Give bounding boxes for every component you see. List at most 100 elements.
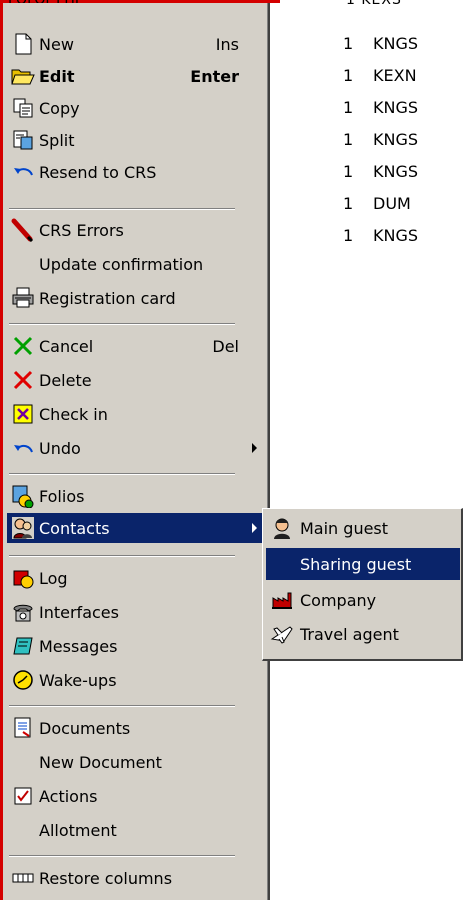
- list-row[interactable]: 1 KNGS: [343, 220, 418, 252]
- copy-icon: [11, 96, 35, 120]
- menu-item-label: Check in: [39, 404, 108, 424]
- menu-item-label: Contacts: [39, 518, 110, 538]
- list-row[interactable]: 1 KNGS: [343, 28, 418, 60]
- list-row[interactable]: 1 KNGS: [343, 92, 418, 124]
- menu-item-label: Restore columns: [39, 868, 173, 888]
- menu-shortcut: Del: [212, 336, 239, 356]
- row-count: 1: [343, 66, 354, 85]
- folios-icon: [11, 484, 35, 508]
- menu-item-restore-columns[interactable]: Restore columns: [7, 863, 265, 893]
- submenu-item-sharing-guest[interactable]: Sharing guest: [266, 548, 460, 580]
- menu-item-label: Folios: [39, 486, 85, 506]
- log-icon: [11, 566, 35, 590]
- menu-item-label: Copy: [39, 98, 80, 118]
- menu-item-label: CRS Errors: [39, 220, 124, 240]
- list-row[interactable]: 1 KNGS: [343, 156, 418, 188]
- menu-item-split[interactable]: Split: [7, 125, 265, 155]
- submenu-item-label: Main guest: [300, 518, 389, 538]
- menu-item-label: New Document: [39, 752, 162, 772]
- row-count: 1: [343, 130, 354, 149]
- menu-item-contacts[interactable]: Contacts: [7, 513, 265, 543]
- submenu-item-label: Company: [300, 590, 377, 610]
- menu-item-update-confirmation[interactable]: Update confirmation: [7, 249, 265, 279]
- row-code: KNGS: [373, 226, 419, 245]
- menu-shortcut: Enter: [190, 66, 239, 86]
- menu-item-label: Interfaces: [39, 602, 119, 622]
- menu-item-label: Allotment: [39, 820, 117, 840]
- row-count: 1: [343, 226, 354, 245]
- row-code: KNGS: [373, 34, 419, 53]
- crs-errors-icon: [11, 218, 35, 242]
- row-count: 1: [343, 98, 354, 117]
- contacts-submenu: Main guest Sharing guest Company Travel …: [262, 508, 463, 661]
- clock-icon: [11, 668, 35, 692]
- menu-item-log[interactable]: Log: [7, 563, 265, 593]
- menu-item-documents[interactable]: Documents: [7, 713, 265, 743]
- submenu-item-label: Travel agent: [300, 624, 399, 644]
- menu-item-new[interactable]: New Ins: [7, 29, 265, 59]
- columns-icon: [11, 866, 35, 890]
- submenu-arrow-icon: [252, 523, 257, 533]
- menu-item-label: Undo: [39, 438, 81, 458]
- menu-item-actions[interactable]: Actions: [7, 781, 265, 811]
- menu-item-resend-crs[interactable]: Resend to CRS: [7, 157, 265, 187]
- resend-arrow-icon: [11, 160, 35, 184]
- menu-separator: [9, 555, 235, 557]
- menu-item-label: Update confirmation: [39, 254, 204, 274]
- menu-item-cancel[interactable]: Cancel Del: [7, 331, 265, 361]
- telephone-icon: [11, 600, 35, 624]
- row-code: KNGS: [373, 130, 419, 149]
- factory-icon: [270, 588, 294, 612]
- menu-item-label: Documents: [39, 718, 131, 738]
- menu-item-label: Registration card: [39, 288, 176, 308]
- list-row[interactable]: 1 DUM: [343, 188, 411, 220]
- menu-separator: [9, 323, 235, 325]
- printer-icon: [11, 286, 35, 310]
- menu-item-new-document[interactable]: New Document: [7, 747, 265, 777]
- open-folder-icon: [11, 64, 35, 88]
- menu-item-crs-errors[interactable]: CRS Errors: [7, 215, 265, 245]
- menu-item-label: Split: [39, 130, 75, 150]
- menu-separator: [9, 208, 235, 210]
- menu-separator: [9, 855, 235, 857]
- menu-item-registration-card[interactable]: Registration card: [7, 283, 265, 313]
- menu-item-folios[interactable]: Folios: [7, 481, 265, 511]
- airplane-icon: [270, 622, 294, 646]
- contacts-icon: [11, 516, 35, 540]
- list-row[interactable]: 1 KEXN: [343, 60, 417, 92]
- menu-item-undo[interactable]: Undo: [7, 433, 265, 463]
- submenu-arrow-icon: [252, 443, 257, 453]
- submenu-item-main-guest[interactable]: Main guest: [266, 512, 460, 544]
- green-x-icon: [11, 334, 35, 358]
- menu-shortcut: Ins: [215, 34, 239, 54]
- menu-item-messages[interactable]: Messages: [7, 631, 265, 661]
- split-icon: [11, 128, 35, 152]
- row-code: KEXN: [373, 66, 417, 85]
- submenu-item-company[interactable]: Company: [266, 584, 460, 616]
- menu-item-label: Delete: [39, 370, 92, 390]
- check-in-icon: [11, 402, 35, 426]
- undo-icon: [11, 436, 35, 460]
- context-menu: New Ins Edit Enter Copy Split Resend to …: [3, 3, 270, 900]
- row-code: KNGS: [373, 98, 419, 117]
- menu-item-label: Actions: [39, 786, 98, 806]
- menu-item-edit[interactable]: Edit Enter: [7, 61, 265, 91]
- new-document-icon: [11, 32, 35, 56]
- menu-item-allotment[interactable]: Allotment: [7, 815, 265, 845]
- menu-item-interfaces[interactable]: Interfaces: [7, 597, 265, 627]
- row-count: 1: [343, 34, 354, 53]
- menu-item-wake-ups[interactable]: Wake-ups: [7, 665, 265, 695]
- submenu-item-travel-agent[interactable]: Travel agent: [266, 618, 460, 650]
- list-row[interactable]: 1 KNGS: [343, 124, 418, 156]
- menu-item-label: Resend to CRS: [39, 162, 157, 182]
- menu-item-check-in[interactable]: Check in: [7, 399, 265, 429]
- row-code: KNGS: [373, 162, 419, 181]
- menu-item-copy[interactable]: Copy: [7, 93, 265, 123]
- messages-icon: [11, 634, 35, 658]
- menu-item-delete[interactable]: Delete: [7, 365, 265, 395]
- row-count: 1: [343, 194, 354, 213]
- menu-separator: [9, 473, 235, 475]
- row-code: DUM: [373, 194, 411, 213]
- checkbox-icon: [11, 784, 35, 808]
- menu-separator: [9, 705, 235, 707]
